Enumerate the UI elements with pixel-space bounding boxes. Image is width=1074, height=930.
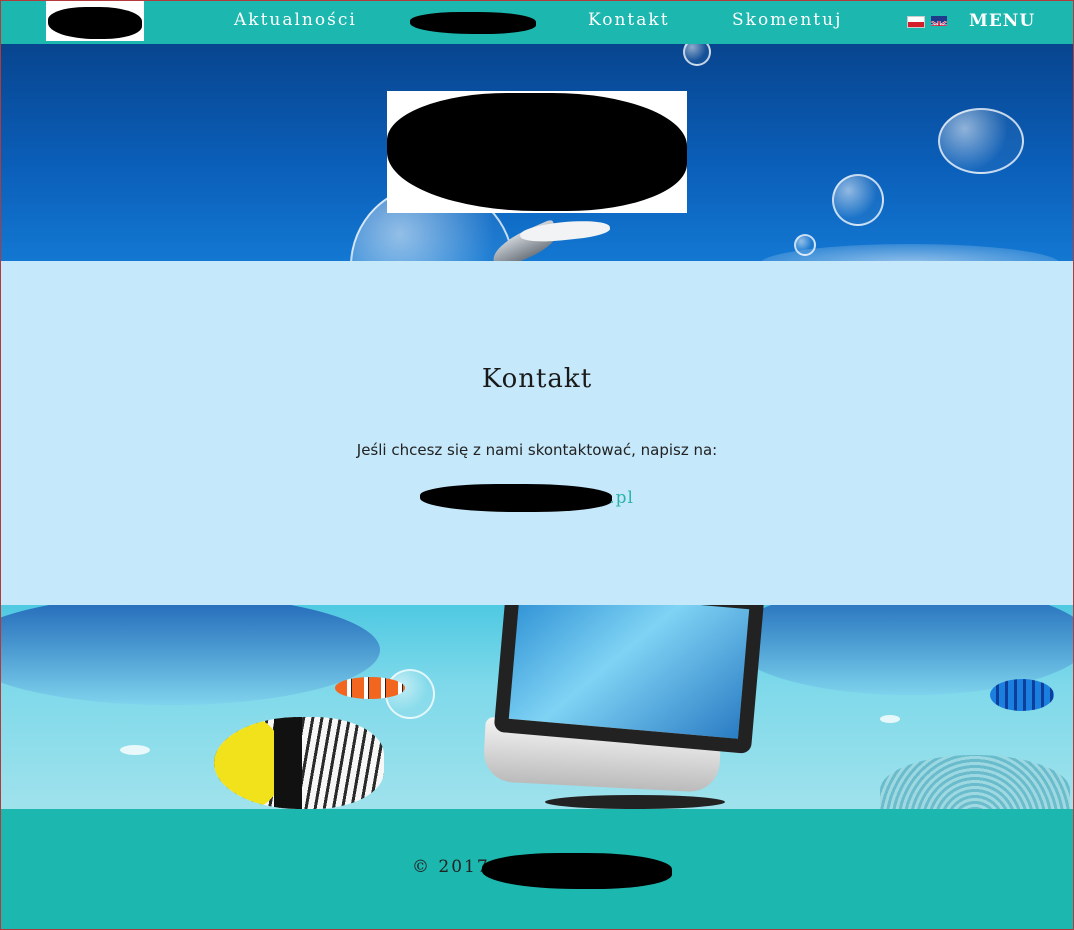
bubble-decoration — [938, 108, 1024, 174]
nav-item-aktualnosci[interactable]: Aktualności — [234, 10, 357, 30]
coral-decoration — [880, 755, 1070, 809]
site-logo[interactable] — [46, 1, 144, 41]
redacted-hero-logo — [387, 93, 687, 211]
bubble-decoration — [832, 174, 884, 226]
bluefish-image — [990, 679, 1054, 711]
butterflyfish-image — [214, 717, 384, 809]
clownfish-image — [335, 677, 405, 699]
bubble-decoration — [683, 44, 711, 66]
nav-item-skomentuj[interactable]: Skomentuj — [732, 10, 842, 30]
top-navigation: Aktualności Kontakt Skomentuj MENU — [0, 0, 1074, 44]
redacted-logo — [48, 7, 142, 39]
copyright-text: © 2017 — [412, 857, 490, 877]
union-jack-graphic — [931, 20, 947, 26]
water-wave — [0, 605, 380, 705]
nav-item-kontakt[interactable]: Kontakt — [588, 10, 670, 30]
monitor-screen — [493, 605, 765, 754]
redacted-company-name — [482, 853, 672, 889]
hero-banner — [0, 44, 1074, 261]
polish-flag-icon[interactable] — [907, 16, 925, 28]
contact-section: Kontakt Jeśli chcesz się z nami skontakt… — [0, 261, 1074, 605]
splash-decoration — [120, 745, 150, 755]
nav-item-redacted[interactable] — [410, 10, 536, 34]
english-flag-icon[interactable] — [931, 16, 947, 26]
page-title: Kontakt — [481, 364, 593, 394]
email-link[interactable]: .pl — [420, 484, 640, 514]
contact-description: Jeśli chcesz się z nami skontaktować, na… — [356, 441, 718, 459]
monitor-stand — [545, 795, 725, 809]
menu-button[interactable]: MENU — [969, 11, 1035, 31]
redacted-nav-label — [410, 12, 536, 34]
email-suffix[interactable]: .pl — [609, 488, 634, 508]
footer: © 2017 — [0, 809, 1074, 930]
seagull-body — [519, 217, 611, 245]
hero-logo — [387, 91, 687, 213]
underwater-banner — [0, 605, 1074, 809]
redacted-email — [420, 484, 612, 512]
splash-decoration — [880, 715, 900, 723]
